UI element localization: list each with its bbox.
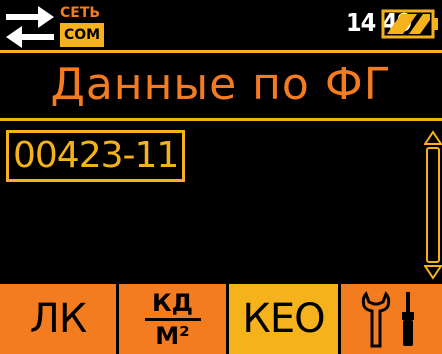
- exchange-arrows-icon: [6, 6, 54, 48]
- status-bar: СЕТЬ COM 14 49: [0, 0, 442, 50]
- scrollbar-icon[interactable]: [424, 130, 442, 280]
- page-title: Данные по ФГ: [50, 59, 392, 110]
- tools-icon: [361, 291, 414, 348]
- fkey-lk[interactable]: ЛК: [0, 284, 116, 354]
- header-divider: [0, 50, 442, 53]
- fkey-keo-label: КЕО: [242, 296, 325, 342]
- connection-status: СЕТЬ COM: [60, 3, 105, 47]
- device-screen: СЕТЬ COM 14 49 Данные по ФГ 00423-11 ЛК …: [0, 0, 442, 354]
- function-bar: ЛК КД М² КЕО: [0, 284, 442, 354]
- fkey-lk-label: ЛК: [29, 296, 87, 342]
- fkey-cd-per-m2[interactable]: КД М²: [119, 284, 226, 354]
- fraction-numerator: КД: [152, 288, 193, 317]
- cd-per-m2-fraction: КД М²: [144, 288, 201, 350]
- com-port-label: COM: [60, 23, 105, 47]
- title-divider: [0, 118, 442, 121]
- battery-icon: [381, 9, 438, 39]
- fkey-keo[interactable]: КЕО: [229, 284, 338, 354]
- record-id-field[interactable]: 00423-11: [6, 130, 186, 182]
- network-label: СЕТЬ: [60, 5, 101, 21]
- fkey-tools[interactable]: [341, 284, 442, 354]
- fraction-denominator: М²: [155, 321, 190, 350]
- fraction-line: [144, 317, 201, 321]
